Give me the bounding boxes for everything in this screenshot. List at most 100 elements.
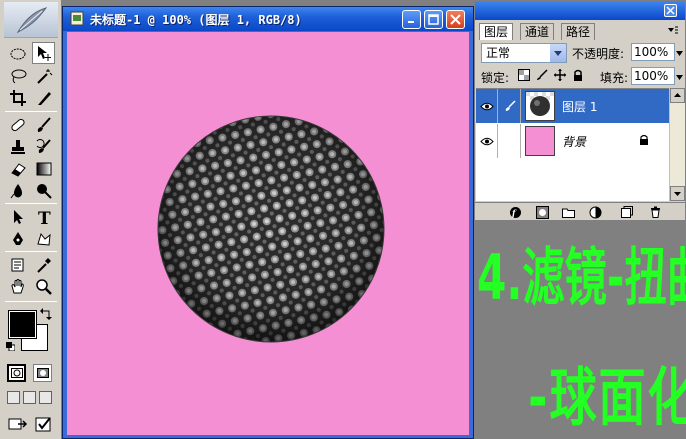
blend-mode-select[interactable]: 正常 <box>481 43 567 63</box>
history-brush-icon[interactable] <box>32 136 55 158</box>
default-colors-icon[interactable] <box>6 340 16 352</box>
quick-mask-icon <box>36 368 49 378</box>
path-select-icon[interactable] <box>6 206 29 228</box>
layer-name: 背景 <box>562 135 587 149</box>
trash-icon[interactable] <box>648 205 662 219</box>
brush-link-icon[interactable] <box>499 89 521 123</box>
type-tool-icon[interactable]: T <box>32 206 55 228</box>
layer-row-layer1[interactable]: 图层 1 <box>476 89 669 123</box>
standard-mode-button[interactable] <box>7 364 26 382</box>
toolbox-divider <box>5 301 57 302</box>
tab-channels[interactable]: 通道 <box>520 23 555 40</box>
scroll-down-button[interactable] <box>670 186 685 201</box>
lock-icon <box>639 134 649 148</box>
fill-field[interactable]: 100% <box>631 67 675 85</box>
tab-paths[interactable]: 路径 <box>561 23 596 40</box>
layer-thumbnail <box>525 126 555 156</box>
opacity-label: 不透明度: <box>572 47 625 61</box>
tab-layers[interactable]: 图层 <box>479 23 514 40</box>
lock-label: 锁定: <box>481 71 510 85</box>
close-button[interactable] <box>446 10 465 29</box>
toolbox-divider <box>5 203 57 204</box>
svg-text:T: T <box>38 209 51 226</box>
lock-position-icon[interactable] <box>553 68 567 82</box>
fill-slider-arrow-icon[interactable] <box>676 71 683 85</box>
toolbox-divider <box>5 251 57 252</box>
shape-tool-icon[interactable] <box>32 228 55 250</box>
palette-menu-icon[interactable] <box>667 25 679 39</box>
screen-mode-standard-button[interactable] <box>7 391 20 404</box>
foreground-color-swatch[interactable] <box>8 310 37 339</box>
opacity-field[interactable]: 100% <box>631 43 675 61</box>
lasso-tool-icon[interactable] <box>6 65 29 87</box>
layers-palette: 图层 通道 路径 正常 不透明度: 100% 锁定: 填充: 100% 图层 1… <box>474 0 686 221</box>
clone-stamp-icon[interactable] <box>6 136 29 158</box>
spherized-sphere-image <box>157 115 385 343</box>
photoshop-feather-logo[interactable] <box>4 2 58 38</box>
scroll-up-button[interactable] <box>670 88 685 103</box>
palette-close-button[interactable] <box>664 4 677 17</box>
adjustment-layer-icon[interactable] <box>588 205 602 219</box>
chevron-up-icon <box>674 93 681 97</box>
crop-tool-icon[interactable] <box>6 87 29 109</box>
lock-all-icon[interactable] <box>571 68 585 82</box>
maximize-icon <box>428 14 439 25</box>
layer-list: 图层 1 背景 <box>476 88 669 201</box>
zoom-tool-icon[interactable] <box>32 276 55 298</box>
toolbox-divider <box>5 111 57 112</box>
toolbox: T <box>0 0 62 439</box>
opacity-slider-arrow-icon[interactable] <box>676 47 683 61</box>
eyedropper-icon[interactable] <box>32 254 55 276</box>
new-group-icon[interactable] <box>561 205 575 219</box>
close-icon <box>666 6 675 15</box>
palette-footer: f <box>475 202 685 220</box>
eye-icon[interactable] <box>476 89 498 123</box>
brush-tool-icon[interactable] <box>32 114 55 136</box>
new-layer-icon[interactable] <box>620 205 634 219</box>
layer-row-background[interactable]: 背景 <box>476 124 669 158</box>
magic-wand-icon[interactable] <box>32 65 55 87</box>
minimize-button[interactable] <box>402 10 421 29</box>
slice-tool-icon[interactable] <box>32 87 55 109</box>
layer-mask-icon[interactable] <box>535 205 549 219</box>
quick-mask-mode-button[interactable] <box>33 364 52 382</box>
screen-mode-full-menu-button[interactable] <box>23 391 36 404</box>
notes-tool-icon[interactable] <box>6 254 29 276</box>
document-window: 未标题-1 @ 100% (图层 1, RGB/8) <box>62 6 474 439</box>
layer-list-scrollbar[interactable] <box>669 88 685 201</box>
jump-to-imageready-button[interactable] <box>6 414 30 434</box>
brush-link-empty[interactable] <box>499 124 521 158</box>
maximize-button[interactable] <box>424 10 443 29</box>
standard-mode-icon <box>10 368 23 378</box>
healing-brush-icon[interactable] <box>6 114 29 136</box>
caption-line-1: 4.滤镜-扭曲 <box>477 241 686 315</box>
marquee-tool-icon[interactable] <box>6 43 29 65</box>
pen-tool-icon[interactable] <box>6 228 29 250</box>
document-title: 未标题-1 @ 100% (图层 1, RGB/8) <box>90 13 302 27</box>
caption-line-2: -球面化 <box>528 361 686 435</box>
move-tool-icon[interactable] <box>32 42 55 64</box>
blur-tool-icon[interactable] <box>6 180 29 202</box>
edit-in-imageready-button[interactable] <box>32 414 56 434</box>
layer-thumbnail <box>525 91 555 121</box>
image-canvas[interactable] <box>67 32 469 435</box>
swap-colors-icon[interactable] <box>40 308 52 323</box>
layer-style-icon[interactable]: f <box>508 205 522 219</box>
lock-pixels-icon[interactable] <box>535 68 549 82</box>
document-titlebar[interactable]: 未标题-1 @ 100% (图层 1, RGB/8) <box>63 7 473 31</box>
hand-tool-icon[interactable] <box>6 276 29 298</box>
close-icon <box>450 14 461 25</box>
feather-icon <box>16 7 48 34</box>
layer-name: 图层 1 <box>562 100 598 114</box>
imageready-icon <box>8 418 28 430</box>
fill-label: 填充: <box>600 71 629 85</box>
palette-titlebar[interactable] <box>475 1 685 20</box>
blend-mode-value: 正常 <box>486 46 511 60</box>
dodge-tool-icon[interactable] <box>32 180 55 202</box>
screen-mode-full-button[interactable] <box>39 391 52 404</box>
eye-icon[interactable] <box>476 124 498 158</box>
lock-transparency-icon[interactable] <box>517 68 531 82</box>
eraser-icon[interactable] <box>6 158 29 180</box>
gradient-icon[interactable] <box>32 158 55 180</box>
chevron-down-icon <box>550 44 566 62</box>
